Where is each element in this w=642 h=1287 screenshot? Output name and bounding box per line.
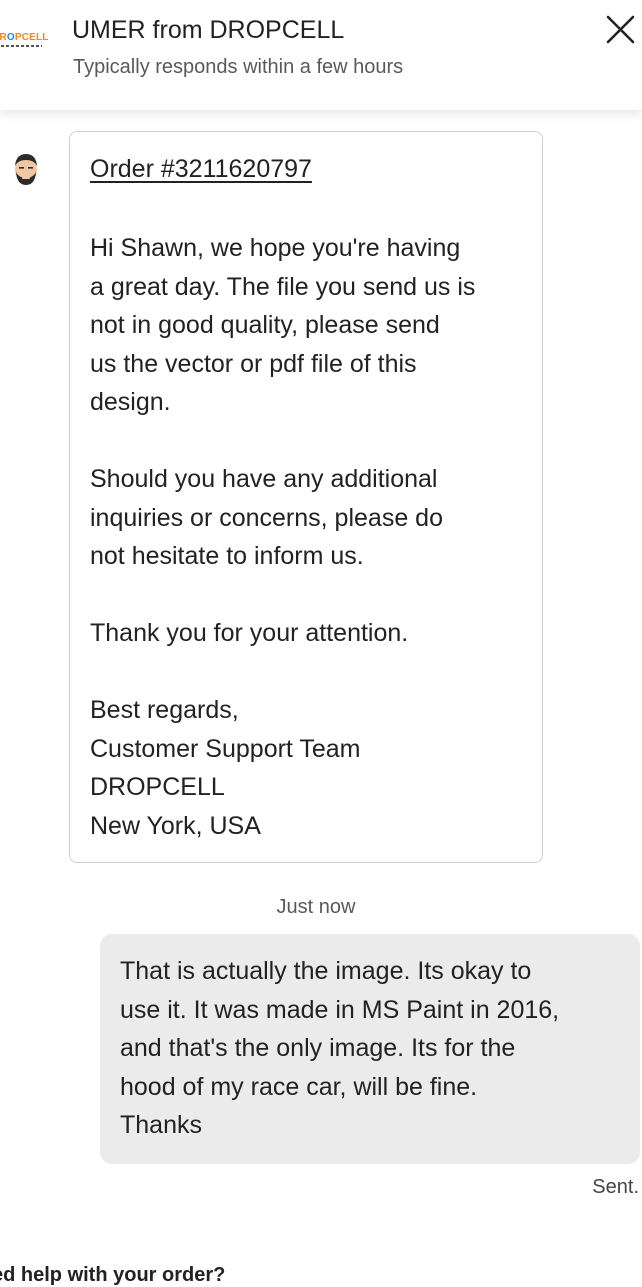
message-line: a great day. The file you send us is [90, 272, 476, 301]
close-button[interactable] [600, 10, 640, 50]
message-line: inquiries or concerns, please do [90, 503, 443, 532]
message-line: us the vector or pdf file of this [90, 349, 417, 378]
logo-letter-o: O [6, 32, 15, 43]
chat-title: UMER from DROPCELL [72, 16, 345, 44]
incoming-message-body: Hi Shawn, we hope you're having a great … [90, 229, 530, 845]
avatar-icon [15, 154, 37, 185]
order-link[interactable]: Order #3211620797 [90, 155, 312, 184]
message-line: Thanks [120, 1111, 202, 1139]
message-line: and that's the only image. Its for the [120, 1034, 516, 1062]
signature-line: Customer Support Team [90, 734, 361, 763]
message-line: Hi Shawn, we hope you're having [90, 234, 461, 262]
message-line: not in good quality, please send [90, 311, 440, 339]
close-icon [606, 15, 635, 44]
incoming-message: Order #3211620797 Hi Shawn, we hope you'… [69, 131, 543, 863]
message-line: design. [90, 388, 171, 416]
signature-line: Best regards, [90, 696, 239, 724]
message-line: use it. It was made in MS Paint in 2016, [120, 995, 560, 1024]
logo-tagline-stripe [0, 45, 42, 47]
message-line: Thank you for your attention. [90, 619, 409, 647]
message-line: hood of my race car, will be fine. [120, 1072, 478, 1101]
message-timestamp: Just now [276, 896, 356, 918]
outgoing-message-body: That is actually the image. Its okay to … [120, 952, 625, 1145]
message-line: That is actually the image. Its okay to [120, 957, 532, 985]
dropcell-logo: DROPCELL [0, 26, 52, 52]
order-help-prompt[interactable]: ed help with your order? [0, 1264, 225, 1287]
signature-line: New York, USA [90, 811, 261, 840]
sent-status: Sent. [592, 1176, 639, 1198]
message-line: Should you have any additional [90, 465, 438, 493]
signature-line: DROPCELL [90, 773, 225, 801]
message-line: not hesitate to inform us. [90, 542, 364, 570]
chat-header: DROPCELL UMER from DROPCELL Typically re… [0, 0, 642, 110]
response-time-subtitle: Typically responds within a few hours [73, 56, 404, 78]
seller-avatar [8, 150, 44, 188]
outgoing-message: That is actually the image. Its okay to … [100, 934, 640, 1164]
logo-text: DROPCELL [0, 32, 49, 43]
